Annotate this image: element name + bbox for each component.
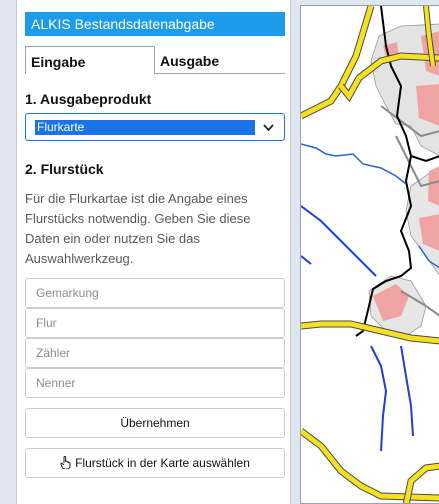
map-view[interactable]: [300, 5, 439, 504]
flur-input[interactable]: [26, 310, 276, 336]
select-on-map-button[interactable]: Flurstück in der Karte auswählen: [25, 448, 285, 478]
zaehler-field: [25, 338, 285, 368]
select-value: Flurkarte: [35, 120, 255, 135]
flurstueck-description: Für die Flurkartae ist die Angabe eines …: [25, 191, 251, 266]
chevron-down-icon: [263, 124, 274, 132]
tab-bar: Eingabe Ausgabe: [25, 46, 285, 74]
settlement-pink: [428, 166, 439, 206]
section-flurstueck-title: 2. Flurstück: [25, 161, 104, 177]
select-on-map-button-label: Flurstück in der Karte auswählen: [75, 456, 250, 470]
gemarkung-input[interactable]: [26, 280, 276, 306]
zaehler-input[interactable]: [26, 340, 276, 366]
sidebar-panel: ALKIS Bestandsdatenabgabe Eingabe Ausgab…: [16, 0, 291, 504]
section-ausgabeprodukt-title: 1. Ausgabeprodukt: [25, 91, 152, 107]
nenner-input[interactable]: [26, 370, 276, 396]
ausgabeprodukt-select[interactable]: Flurkarte: [25, 113, 285, 141]
gemarkung-field: [25, 278, 285, 308]
flur-field: [25, 308, 285, 338]
tab-eingabe[interactable]: Eingabe: [25, 46, 155, 74]
apply-button-label: Übernehmen: [120, 416, 190, 430]
nenner-field: [25, 368, 285, 398]
pointing-hand-icon: [60, 456, 71, 469]
apply-button[interactable]: Übernehmen: [25, 408, 285, 438]
map-canvas[interactable]: [301, 6, 439, 504]
app-title: ALKIS Bestandsdatenabgabe: [25, 12, 285, 36]
tab-ausgabe[interactable]: Ausgabe: [155, 46, 285, 74]
